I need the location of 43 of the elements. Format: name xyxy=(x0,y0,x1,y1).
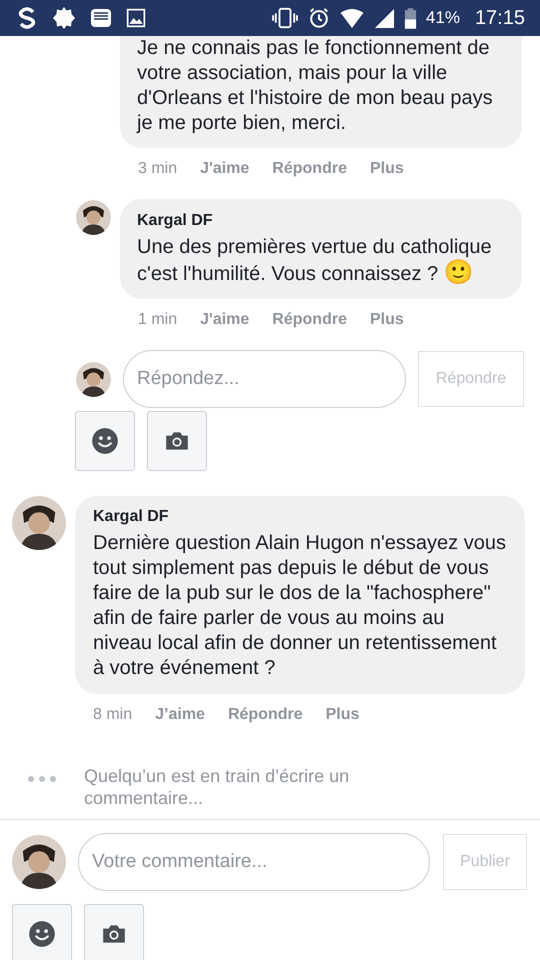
timestamp: 1 min xyxy=(138,310,178,330)
action-link[interactable]: Répondre xyxy=(272,308,347,332)
comment-text: Je ne connais pas le fonctionnement de votre association, mais pour la ville d'Orleans et l'histoire de mon beau pays je me porte bien, merci. xyxy=(137,36,494,136)
battery-icon xyxy=(404,6,417,30)
inbox-icon xyxy=(89,6,113,30)
action-link[interactable]: J'aime xyxy=(200,308,250,332)
timestamp: 3 min xyxy=(138,159,178,179)
smiley-emoji: 🙂 xyxy=(444,259,474,286)
avatar xyxy=(76,200,111,235)
action-link[interactable]: J'aime xyxy=(200,157,250,181)
action-link[interactable]: Plus xyxy=(370,308,404,332)
avatar xyxy=(76,362,111,396)
action-link[interactable]: Plus xyxy=(370,157,404,181)
action-link[interactable]: Plus xyxy=(326,703,360,727)
camera-icon xyxy=(101,923,127,945)
battery-percent: 41% xyxy=(426,7,460,30)
camera-icon xyxy=(164,430,190,452)
comment-text: Une des premières vertue du catholique c'est l'humilité. Vous connaissez ? 🙂 xyxy=(137,235,493,287)
avatar xyxy=(12,496,66,550)
wifi-icon xyxy=(338,8,365,28)
typing-indicator: Quelqu’un est en train d’écrire un commentaire... xyxy=(84,765,350,809)
action-link[interactable]: Répondre xyxy=(272,157,347,181)
vibrate-icon xyxy=(270,7,299,29)
clock: 17:15 xyxy=(474,6,525,31)
avatar xyxy=(12,835,66,889)
smiley-icon xyxy=(91,427,119,455)
photo-button[interactable] xyxy=(84,904,144,960)
action-link[interactable]: Répondre xyxy=(228,703,303,727)
image-icon xyxy=(126,8,146,28)
emoji-button[interactable] xyxy=(75,411,135,471)
photo-button[interactable] xyxy=(147,411,207,471)
timestamp: 8 min xyxy=(93,705,132,725)
comment-input[interactable]: Répondez... xyxy=(123,350,406,408)
author-name: Kargal DF xyxy=(93,507,170,527)
signal-icon xyxy=(374,8,395,28)
smiley-icon xyxy=(28,920,56,948)
action-link[interactable]: J’aime xyxy=(155,703,205,727)
typing-dots-icon xyxy=(27,775,57,783)
alarm-icon xyxy=(308,7,330,29)
comment-input[interactable]: Votre commentaire... xyxy=(78,833,430,891)
emoji-button[interactable] xyxy=(12,904,72,960)
author-name: Kargal DF xyxy=(137,211,214,231)
comment-text: Dernière question Alain Hugon n'essayez vous tout simplement pas depuis le début de vous faire de la pub sur le dos de la "fachosphere" afin de faire parler de vous au moins au niveau local afin de donner un retentissement à votre événement ? xyxy=(93,531,507,681)
